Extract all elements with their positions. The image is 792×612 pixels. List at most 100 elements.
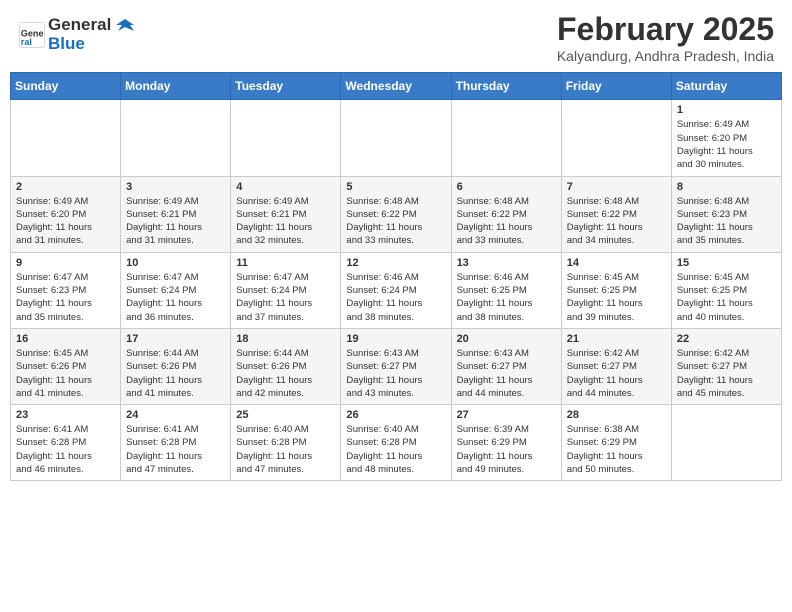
day-number: 22 <box>677 333 776 345</box>
day-info: Sunrise: 6:41 AM Sunset: 6:28 PM Dayligh… <box>126 423 225 476</box>
logo: Gene ral General Blue <box>18 16 134 53</box>
calendar-cell: 26Sunrise: 6:40 AM Sunset: 6:28 PM Dayli… <box>341 405 451 481</box>
day-number: 19 <box>346 333 445 345</box>
calendar-cell <box>671 405 781 481</box>
day-number: 14 <box>567 257 666 269</box>
day-info: Sunrise: 6:40 AM Sunset: 6:28 PM Dayligh… <box>236 423 335 476</box>
calendar-week-3: 9 Sunrise: 6:47 AM Sunset: 6:23 PM Daylig… <box>11 252 782 328</box>
calendar-cell: 5 Sunrise: 6:48 AM Sunset: 6:22 PM Daylig… <box>341 176 451 252</box>
calendar-cell <box>451 100 561 176</box>
calendar-cell: 28 Sunrise: 6:38 AM Sunset: 6:29 PM Dayli… <box>561 405 671 481</box>
calendar-cell: 23 Sunrise: 6:41 AM Sunset: 6:28 PM Dayli… <box>11 405 121 481</box>
day-number: 21 <box>567 333 666 345</box>
calendar-week-2: 2 Sunrise: 6:49 AM Sunset: 6:20 PM Daylig… <box>11 176 782 252</box>
day-info: Sunrise: 6:45 AM Sunset: 6:25 PM Dayligh… <box>567 271 666 324</box>
day-number: 1 <box>677 104 776 116</box>
day-info: Sunrise: 6:41 AM Sunset: 6:28 PM Dayligh… <box>16 423 115 476</box>
calendar-week-5: 23 Sunrise: 6:41 AM Sunset: 6:28 PM Dayli… <box>11 405 782 481</box>
day-header-thursday: Thursday <box>451 73 561 100</box>
calendar-cell: 13Sunrise: 6:46 AM Sunset: 6:25 PM Dayli… <box>451 252 561 328</box>
calendar-cell: 7 Sunrise: 6:48 AM Sunset: 6:22 PM Daylig… <box>561 176 671 252</box>
day-number: 27 <box>457 409 556 421</box>
day-info: Sunrise: 6:47 AM Sunset: 6:24 PM Dayligh… <box>126 271 225 324</box>
day-info: Sunrise: 6:46 AM Sunset: 6:25 PM Dayligh… <box>457 271 556 324</box>
day-number: 5 <box>346 181 445 193</box>
day-info: Sunrise: 6:49 AM Sunset: 6:20 PM Dayligh… <box>16 195 115 248</box>
location: Kalyandurg, Andhra Pradesh, India <box>557 48 774 64</box>
calendar-cell: 4 Sunrise: 6:49 AM Sunset: 6:21 PM Daylig… <box>231 176 341 252</box>
day-number: 20 <box>457 333 556 345</box>
day-header-friday: Friday <box>561 73 671 100</box>
calendar-cell: 15Sunrise: 6:45 AM Sunset: 6:25 PM Dayli… <box>671 252 781 328</box>
calendar-cell: 17 Sunrise: 6:44 AM Sunset: 6:26 PM Dayli… <box>121 328 231 404</box>
day-number: 6 <box>457 181 556 193</box>
day-number: 25 <box>236 409 335 421</box>
day-info: Sunrise: 6:39 AM Sunset: 6:29 PM Dayligh… <box>457 423 556 476</box>
calendar-cell: 25 Sunrise: 6:40 AM Sunset: 6:28 PM Dayli… <box>231 405 341 481</box>
calendar-week-1: 1 Sunrise: 6:49 AM Sunset: 6:20 PM Daylig… <box>11 100 782 176</box>
day-info: Sunrise: 6:45 AM Sunset: 6:26 PM Dayligh… <box>16 347 115 400</box>
day-info: Sunrise: 6:43 AM Sunset: 6:27 PM Dayligh… <box>457 347 556 400</box>
day-info: Sunrise: 6:43 AM Sunset: 6:27 PM Dayligh… <box>346 347 445 400</box>
day-info: Sunrise: 6:49 AM Sunset: 6:21 PM Dayligh… <box>236 195 335 248</box>
day-number: 4 <box>236 181 335 193</box>
calendar-cell <box>231 100 341 176</box>
month-title: February 2025 <box>557 10 774 48</box>
calendar-cell: 18Sunrise: 6:44 AM Sunset: 6:26 PM Dayli… <box>231 328 341 404</box>
day-number: 16 <box>16 333 115 345</box>
day-header-saturday: Saturday <box>671 73 781 100</box>
day-info: Sunrise: 6:38 AM Sunset: 6:29 PM Dayligh… <box>567 423 666 476</box>
day-number: 12 <box>346 257 445 269</box>
day-number: 11 <box>236 257 335 269</box>
day-info: Sunrise: 6:47 AM Sunset: 6:24 PM Dayligh… <box>236 271 335 324</box>
day-header-sunday: Sunday <box>11 73 121 100</box>
day-header-tuesday: Tuesday <box>231 73 341 100</box>
day-info: Sunrise: 6:42 AM Sunset: 6:27 PM Dayligh… <box>677 347 776 400</box>
calendar-cell: 10 Sunrise: 6:47 AM Sunset: 6:24 PM Dayli… <box>121 252 231 328</box>
calendar-cell: 21 Sunrise: 6:42 AM Sunset: 6:27 PM Dayli… <box>561 328 671 404</box>
calendar-cell: 20 Sunrise: 6:43 AM Sunset: 6:27 PM Dayli… <box>451 328 561 404</box>
day-info: Sunrise: 6:44 AM Sunset: 6:26 PM Dayligh… <box>126 347 225 400</box>
day-info: Sunrise: 6:49 AM Sunset: 6:21 PM Dayligh… <box>126 195 225 248</box>
day-number: 17 <box>126 333 225 345</box>
day-info: Sunrise: 6:48 AM Sunset: 6:22 PM Dayligh… <box>457 195 556 248</box>
calendar-cell: 22 Sunrise: 6:42 AM Sunset: 6:27 PM Dayli… <box>671 328 781 404</box>
day-info: Sunrise: 6:48 AM Sunset: 6:22 PM Dayligh… <box>567 195 666 248</box>
header: Gene ral General Blue February 2025 Kaly… <box>10 10 782 64</box>
title-area: February 2025 Kalyandurg, Andhra Pradesh… <box>557 10 774 64</box>
logo-bird-icon <box>116 17 134 35</box>
calendar-cell: 1 Sunrise: 6:49 AM Sunset: 6:20 PM Daylig… <box>671 100 781 176</box>
day-number: 9 <box>16 257 115 269</box>
day-number: 2 <box>16 181 115 193</box>
day-info: Sunrise: 6:42 AM Sunset: 6:27 PM Dayligh… <box>567 347 666 400</box>
calendar-cell: 6 Sunrise: 6:48 AM Sunset: 6:22 PM Daylig… <box>451 176 561 252</box>
calendar-cell: 12 Sunrise: 6:46 AM Sunset: 6:24 PM Dayli… <box>341 252 451 328</box>
calendar-week-4: 16 Sunrise: 6:45 AM Sunset: 6:26 PM Dayli… <box>11 328 782 404</box>
day-header-monday: Monday <box>121 73 231 100</box>
calendar-table: SundayMondayTuesdayWednesdayThursdayFrid… <box>10 72 782 481</box>
day-number: 10 <box>126 257 225 269</box>
day-number: 24 <box>126 409 225 421</box>
calendar-cell <box>121 100 231 176</box>
day-info: Sunrise: 6:40 AM Sunset: 6:28 PM Dayligh… <box>346 423 445 476</box>
day-number: 28 <box>567 409 666 421</box>
day-info: Sunrise: 6:47 AM Sunset: 6:23 PM Dayligh… <box>16 271 115 324</box>
calendar-cell: 24 Sunrise: 6:41 AM Sunset: 6:28 PM Dayli… <box>121 405 231 481</box>
day-number: 8 <box>677 181 776 193</box>
day-info: Sunrise: 6:48 AM Sunset: 6:22 PM Dayligh… <box>346 195 445 248</box>
day-info: Sunrise: 6:46 AM Sunset: 6:24 PM Dayligh… <box>346 271 445 324</box>
day-number: 3 <box>126 181 225 193</box>
calendar-cell: 2 Sunrise: 6:49 AM Sunset: 6:20 PM Daylig… <box>11 176 121 252</box>
day-number: 18 <box>236 333 335 345</box>
calendar-cell: 9 Sunrise: 6:47 AM Sunset: 6:23 PM Daylig… <box>11 252 121 328</box>
calendar-header-row: SundayMondayTuesdayWednesdayThursdayFrid… <box>11 73 782 100</box>
calendar-cell: 11 Sunrise: 6:47 AM Sunset: 6:24 PM Dayli… <box>231 252 341 328</box>
day-info: Sunrise: 6:49 AM Sunset: 6:20 PM Dayligh… <box>677 118 776 171</box>
logo-general: General <box>48 15 111 34</box>
calendar-cell: 16 Sunrise: 6:45 AM Sunset: 6:26 PM Dayli… <box>11 328 121 404</box>
calendar-cell: 14 Sunrise: 6:45 AM Sunset: 6:25 PM Dayli… <box>561 252 671 328</box>
logo-icon: Gene ral <box>18 21 46 49</box>
day-header-wednesday: Wednesday <box>341 73 451 100</box>
day-number: 23 <box>16 409 115 421</box>
day-number: 7 <box>567 181 666 193</box>
